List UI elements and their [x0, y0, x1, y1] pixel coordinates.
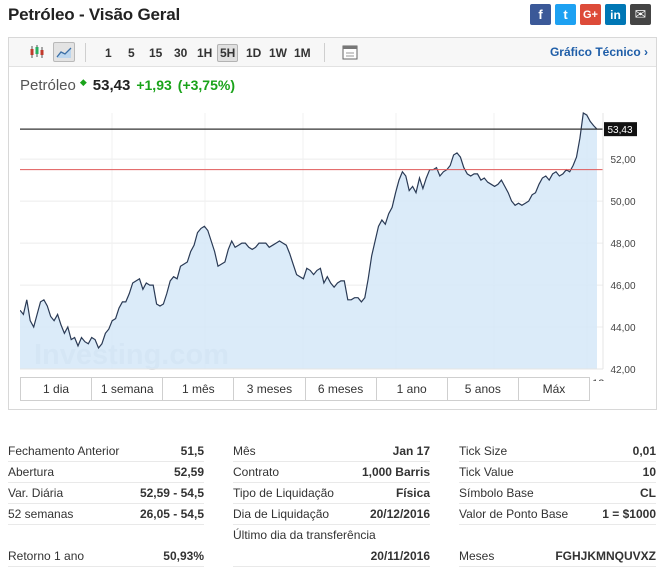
stat-value: 20/11/2016 [370, 549, 430, 563]
interval-1w[interactable]: 1W [267, 44, 289, 62]
range-1-semana[interactable]: 1 semana [92, 378, 164, 400]
stat-value: 1 = $1000 [602, 507, 656, 521]
stat-label: Tipo de Liquidação [233, 486, 334, 500]
y-tick-label: 42,00 [610, 365, 635, 376]
stat-label: Meses [459, 549, 495, 563]
stat-value: 51,5 [180, 444, 204, 458]
share-bar: f t G+ in ✉ [530, 4, 651, 25]
candlestick-icon[interactable] [26, 42, 48, 62]
interval-1d[interactable]: 1D [244, 44, 263, 62]
stat-row: Dia de Liquidação 20/12/2016 [233, 504, 430, 525]
stat-row: Retorno 1 ano 50,93% [8, 525, 204, 567]
quote-price: 53,43 [92, 77, 131, 94]
stat-label: Dia de Liquidação [233, 507, 330, 521]
y-tick-label: 46,00 [610, 281, 635, 292]
area-chart-icon[interactable] [53, 42, 75, 62]
stat-row: Abertura 52,59 [8, 462, 204, 483]
linkedin-icon[interactable]: in [605, 4, 626, 25]
y-tick-label: 52,00 [610, 155, 635, 166]
quote-name: Petróleo [20, 77, 76, 94]
twitter-icon[interactable]: t [555, 4, 576, 25]
stat-value: Jan 17 [392, 444, 430, 458]
stat-label: Mês [233, 444, 256, 458]
chart-panel: 1 5 15 30 1H 5H 1D 1W 1M Gráfico Técnico… [8, 37, 657, 410]
stat-label: Retorno 1 ano [8, 549, 85, 563]
range-6-meses[interactable]: 6 meses [305, 378, 377, 400]
email-icon[interactable]: ✉ [630, 4, 651, 25]
stat-row: Contrato 1,000 Barris [233, 462, 430, 483]
stat-row: Meses FGHJKMNQUVXZ [459, 525, 656, 567]
stat-value: 26,05 - 54,5 [139, 507, 204, 521]
range-3-meses[interactable]: 3 meses [234, 378, 306, 400]
toolbar-divider [85, 43, 86, 62]
stat-value: FGHJKMNQUVXZ [555, 549, 656, 563]
stat-label: Tick Size [459, 444, 508, 458]
stat-row: Último dia da transferência 20/11/2016 [233, 525, 430, 567]
range-5-anos[interactable]: 5 anos [447, 378, 519, 400]
interval-30[interactable]: 30 [172, 44, 189, 62]
interval-5[interactable]: 5 [126, 44, 137, 62]
stat-value: 50,93% [163, 549, 204, 563]
interval-1[interactable]: 1 [103, 44, 114, 62]
quote-change: +1,93 [136, 77, 172, 93]
stat-label: Símbolo Base [459, 486, 534, 500]
range-1-dia[interactable]: 1 dia [21, 378, 93, 400]
y-tick-label: 44,00 [610, 323, 635, 334]
stat-label: Contrato [233, 465, 280, 479]
stat-row: Mês Jan 17 [233, 441, 430, 462]
up-arrow-icon: ◆ [79, 77, 87, 87]
quote-header: Petróleo ◆ 53,43 +1,93 (+3,75%) [20, 77, 235, 94]
stat-value: Física [395, 486, 430, 500]
stat-value: 52,59 [173, 465, 204, 479]
range-1-ano[interactable]: 1 ano [376, 378, 448, 400]
stat-label: Tick Value [459, 465, 514, 479]
stat-row: Var. Diária 52,59 - 54,5 [8, 483, 204, 504]
google-plus-icon[interactable]: G+ [580, 4, 601, 25]
stat-row: Fechamento Anterior 51,5 [8, 441, 204, 462]
interval-15[interactable]: 15 [147, 44, 164, 62]
range-max[interactable]: Máx [518, 378, 589, 400]
interval-1m[interactable]: 1M [292, 44, 313, 62]
toolbar-divider [324, 43, 325, 62]
facebook-icon[interactable]: f [530, 4, 551, 25]
stat-value: 1,000 Barris [361, 465, 430, 479]
stat-value: 52,59 - 54,5 [139, 486, 204, 500]
interval-5h[interactable]: 5H [217, 44, 239, 62]
range-selector: 1 dia 1 semana 1 mês 3 meses 6 meses 1 a… [20, 377, 590, 401]
stat-value: 0,01 [632, 444, 656, 458]
y-tick-label: 48,00 [610, 239, 635, 250]
stat-label: Var. Diária [8, 486, 64, 500]
stat-label: 52 semanas [8, 507, 74, 521]
last-price-label: 53,43 [607, 125, 632, 136]
interval-1h[interactable]: 1H [195, 44, 214, 62]
stat-value: CL [640, 486, 656, 500]
stat-row: Tick Value 10 [459, 462, 656, 483]
fullscreen-icon[interactable] [339, 42, 361, 62]
technical-chart-link[interactable]: Gráfico Técnico › [550, 45, 648, 59]
price-area [20, 113, 597, 369]
range-1-mes[interactable]: 1 mês [163, 378, 235, 400]
stat-value: 20/12/2016 [369, 507, 430, 521]
stat-row: Símbolo Base CL [459, 483, 656, 504]
stat-label: Último dia da transferência [233, 528, 376, 542]
stat-label: Valor de Ponto Base [459, 507, 569, 521]
y-tick-label: 50,00 [610, 197, 635, 208]
stat-row: Valor de Ponto Base 1 = $1000 [459, 504, 656, 525]
page-title: Petróleo - Visão Geral [8, 5, 180, 24]
price-chart[interactable]: 42,0044,0046,0048,0050,0052,00Nov 14Nov … [20, 111, 647, 381]
stat-label: Fechamento Anterior [8, 444, 120, 458]
stat-row: Tipo de Liquidação Física [233, 483, 430, 504]
stat-value: 10 [642, 465, 656, 479]
stat-row: 52 semanas 26,05 - 54,5 [8, 504, 204, 525]
chart-toolbar: 1 5 15 30 1H 5H 1D 1W 1M Gráfico Técnico… [9, 38, 656, 67]
stat-row: Tick Size 0,01 [459, 441, 656, 462]
quote-change-pct: (+3,75%) [177, 77, 235, 93]
stat-label: Abertura [8, 465, 55, 479]
